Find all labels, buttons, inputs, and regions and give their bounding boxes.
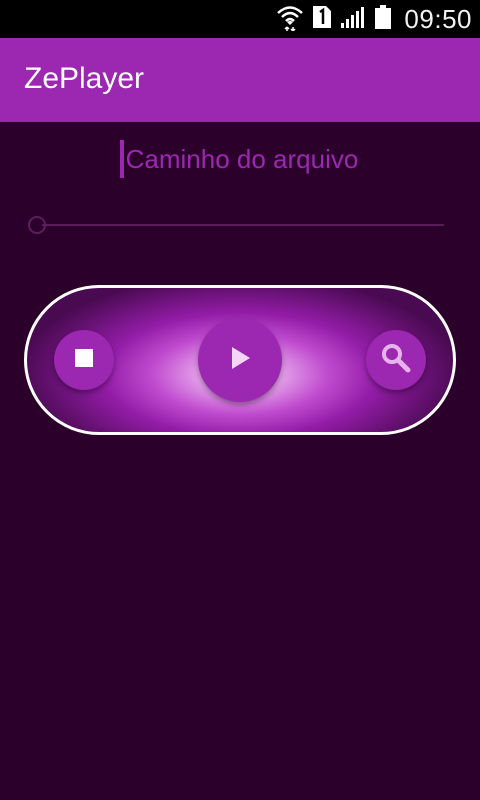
player-controls [24,285,456,435]
stop-icon [74,348,94,373]
search-icon [381,343,411,378]
seek-track [42,224,444,226]
sim-1-icon [312,5,332,34]
battery-icon [374,4,392,35]
play-button[interactable] [198,318,282,402]
app-title: ZePlayer [24,62,145,95]
status-time: 09:50 [404,3,472,34]
seek-thumb[interactable] [28,216,46,234]
file-path-field-inner: Caminho do arquivo [119,140,359,178]
seek-bar[interactable] [28,216,444,234]
status-bar: 09:50 [0,0,480,38]
search-button[interactable] [366,330,426,390]
file-path-input[interactable]: Caminho do arquivo [0,140,480,180]
screen: 09:50 ZePlayer Caminho do arquivo [0,0,480,800]
signal-icon [340,5,366,34]
app-bar: ZePlayer [0,38,480,122]
wifi-icon [276,3,304,36]
file-path-placeholder: Caminho do arquivo [125,144,359,174]
stop-button[interactable] [54,330,114,390]
status-icons: 09:50 [276,0,472,38]
text-cursor [119,140,124,178]
play-icon [228,345,252,376]
